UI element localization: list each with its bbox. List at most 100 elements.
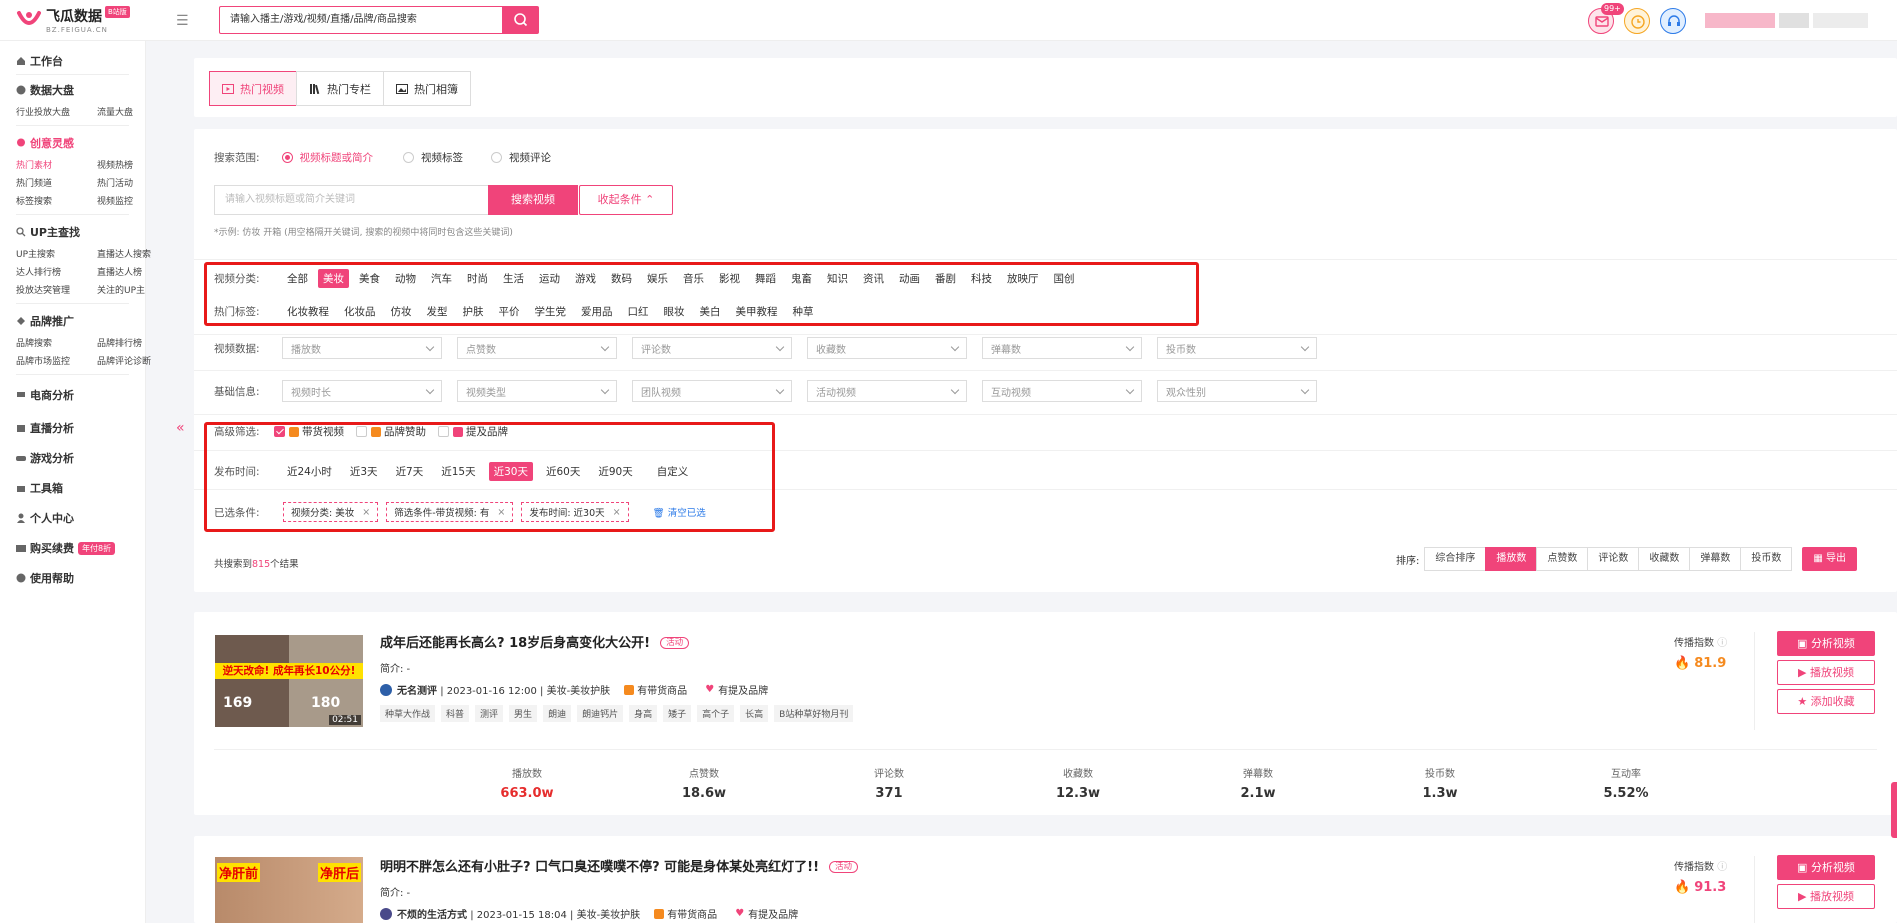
filter-select[interactable]: 团队视频: [632, 380, 792, 402]
video-title[interactable]: 明明不胖怎么还有小肚子? 口气口臭还噗噗不停? 可能是身体某处亮红灯了!! 活动: [380, 856, 859, 875]
video-tag[interactable]: 矮子: [663, 705, 692, 722]
scope-radio-comment[interactable]: [491, 152, 503, 163]
video-thumbnail[interactable]: 净肝前 净肝后: [215, 857, 363, 923]
sidebar-item[interactable]: 投放达突管理: [16, 283, 97, 296]
gamepad-icon: [16, 453, 26, 463]
export-button[interactable]: ▦ 导出: [1802, 547, 1858, 571]
tab-hot-video[interactable]: 热门视频: [209, 71, 297, 106]
keyword-input[interactable]: 请输入视频标题或简介关键词: [214, 185, 490, 215]
filter-select[interactable]: 收藏数: [807, 337, 967, 359]
fold-conditions-button[interactable]: 收起条件 ⌃: [579, 185, 673, 215]
sidebar-item[interactable]: 视频监控: [97, 194, 167, 207]
chevron-down-icon: [425, 342, 435, 351]
sidebar-workbench[interactable]: 工作台: [16, 48, 129, 75]
video-tag[interactable]: 长高: [740, 705, 769, 722]
filter-select[interactable]: 播放数: [282, 337, 442, 359]
video-intro: 简介: -: [380, 888, 411, 899]
tab-hot-album[interactable]: 热门相簿: [383, 71, 471, 106]
stat-label: 投币数: [1425, 769, 1455, 780]
video-tag[interactable]: 测评: [475, 705, 504, 722]
sidebar-item[interactable]: 行业投放大盘: [16, 105, 97, 118]
sidebar-item[interactable]: 直播达人搜索: [97, 247, 167, 260]
video-tag[interactable]: 科普: [441, 705, 470, 722]
filter-select[interactable]: 投币数: [1157, 337, 1317, 359]
sidebar-game[interactable]: 游戏分析: [16, 443, 129, 473]
sidebar-item[interactable]: 达人排行榜: [16, 265, 97, 278]
video-tag[interactable]: 朗迪钙片: [577, 705, 624, 722]
author-name[interactable]: 无名测评: [397, 682, 437, 697]
sidebar-section-inspiration[interactable]: 创意灵感: [16, 128, 129, 158]
filter-select[interactable]: 活动视频: [807, 380, 967, 402]
filter-select[interactable]: 视频时长: [282, 380, 442, 402]
author-name[interactable]: 不烦的生活方式: [397, 906, 467, 921]
sidebar-ecommerce[interactable]: 电商分析: [16, 377, 129, 413]
clock-icon[interactable]: [1624, 8, 1650, 34]
filter-select[interactable]: 互动视频: [982, 380, 1142, 402]
floating-side-tab[interactable]: [1891, 782, 1897, 838]
help-icon: [16, 573, 26, 583]
analyze-video-button[interactable]: ▣ 分析视频: [1777, 855, 1875, 880]
sidebar-section-up-finder[interactable]: UP主查找: [16, 217, 129, 247]
sidebar-item[interactable]: 热门频道: [16, 176, 97, 189]
author-avatar: [380, 907, 392, 920]
sidebar-item[interactable]: 流量大盘: [97, 105, 167, 118]
filter-select[interactable]: 弹幕数: [982, 337, 1142, 359]
user-account[interactable]: [1705, 13, 1875, 28]
support-icon[interactable]: [1660, 8, 1686, 34]
global-search-input[interactable]: 请输入播主/游戏/视频/直播/品牌/商品搜索: [219, 6, 503, 34]
sidebar-section-brand[interactable]: 品牌推广: [16, 306, 129, 336]
sort-option[interactable]: 弹幕数: [1689, 547, 1742, 571]
sidebar-item[interactable]: 品牌搜索: [16, 336, 97, 349]
logo[interactable]: 飞瓜数据 B站版 BZ.FEIGUA.CN: [16, 6, 130, 34]
sort-option[interactable]: 收藏数: [1638, 547, 1691, 571]
video-tag[interactable]: 朗迪: [543, 705, 572, 722]
sidebar-live[interactable]: 直播分析: [16, 413, 129, 443]
play-video-button[interactable]: ▶ 播放视频: [1777, 884, 1875, 909]
filter-select[interactable]: 评论数: [632, 337, 792, 359]
sidebar-item[interactable]: 关注的UP主: [97, 283, 167, 296]
add-favorite-button[interactable]: ★ 添加收藏: [1777, 689, 1875, 714]
collapse-sidebar-icon[interactable]: «: [176, 420, 185, 436]
filter-select[interactable]: 视频类型: [457, 380, 617, 402]
sidebar-item[interactable]: 视频热榜: [97, 158, 167, 171]
video-title[interactable]: 成年后还能再长高么? 18岁后身高变化大公开! 活动: [380, 632, 690, 651]
sidebar-item-hot-material[interactable]: 热门素材: [16, 158, 97, 171]
sort-option[interactable]: 点赞数: [1536, 547, 1589, 571]
sort-option[interactable]: 播放数: [1485, 547, 1538, 571]
sort-option[interactable]: 综合排序: [1424, 547, 1487, 571]
sidebar-profile[interactable]: 个人中心: [16, 503, 129, 533]
message-icon[interactable]: 99+: [1588, 3, 1624, 34]
sidebar-item[interactable]: 标签搜索: [16, 194, 97, 207]
thumb-caption: 逆天改命! 成年再长10公分!: [215, 663, 363, 679]
sort-option[interactable]: 评论数: [1587, 547, 1640, 571]
tab-hot-column[interactable]: 热门专栏: [296, 71, 384, 106]
search-video-button[interactable]: 搜索视频: [488, 185, 578, 215]
sidebar-item[interactable]: 品牌市场监控: [16, 354, 97, 367]
video-tag[interactable]: 身高: [629, 705, 658, 722]
heart-diamond-icon: ♥: [705, 684, 715, 695]
video-tag[interactable]: 种草大作战: [380, 705, 436, 722]
scope-radio-tag[interactable]: [403, 152, 415, 163]
filter-select[interactable]: 观众性别: [1157, 380, 1317, 402]
sort-option[interactable]: 投币数: [1740, 547, 1793, 571]
global-search-button[interactable]: [503, 6, 539, 34]
menu-toggle-icon[interactable]: ☰: [176, 13, 189, 29]
video-tag[interactable]: 高个子: [697, 705, 735, 722]
chevron-down-icon: [1125, 342, 1135, 351]
sidebar-item[interactable]: 直播达人榜: [97, 265, 167, 278]
sidebar-purchase[interactable]: 购买续费 年付8折: [16, 533, 129, 563]
analyze-video-button[interactable]: ▣ 分析视频: [1777, 631, 1875, 656]
video-tag[interactable]: 男生: [509, 705, 538, 722]
sidebar-toolbox[interactable]: 工具箱: [16, 473, 129, 503]
sidebar-help[interactable]: 使用帮助: [16, 563, 129, 593]
sidebar-item[interactable]: 热门活动: [97, 176, 167, 189]
play-video-button[interactable]: ▶ 播放视频: [1777, 660, 1875, 685]
scope-radio-title[interactable]: [281, 152, 293, 163]
sidebar-section-dashboard[interactable]: 数据大盘: [16, 75, 129, 105]
sidebar-item[interactable]: 品牌评论诊断: [97, 354, 167, 367]
video-thumbnail[interactable]: 逆天改命! 成年再长10公分! 169 180 02:51: [215, 635, 363, 727]
video-tag[interactable]: B站种草好物月刊: [774, 705, 854, 722]
sidebar-item[interactable]: 品牌排行榜: [97, 336, 167, 349]
filter-select[interactable]: 点赞数: [457, 337, 617, 359]
sidebar-item[interactable]: UP主搜索: [16, 247, 97, 260]
